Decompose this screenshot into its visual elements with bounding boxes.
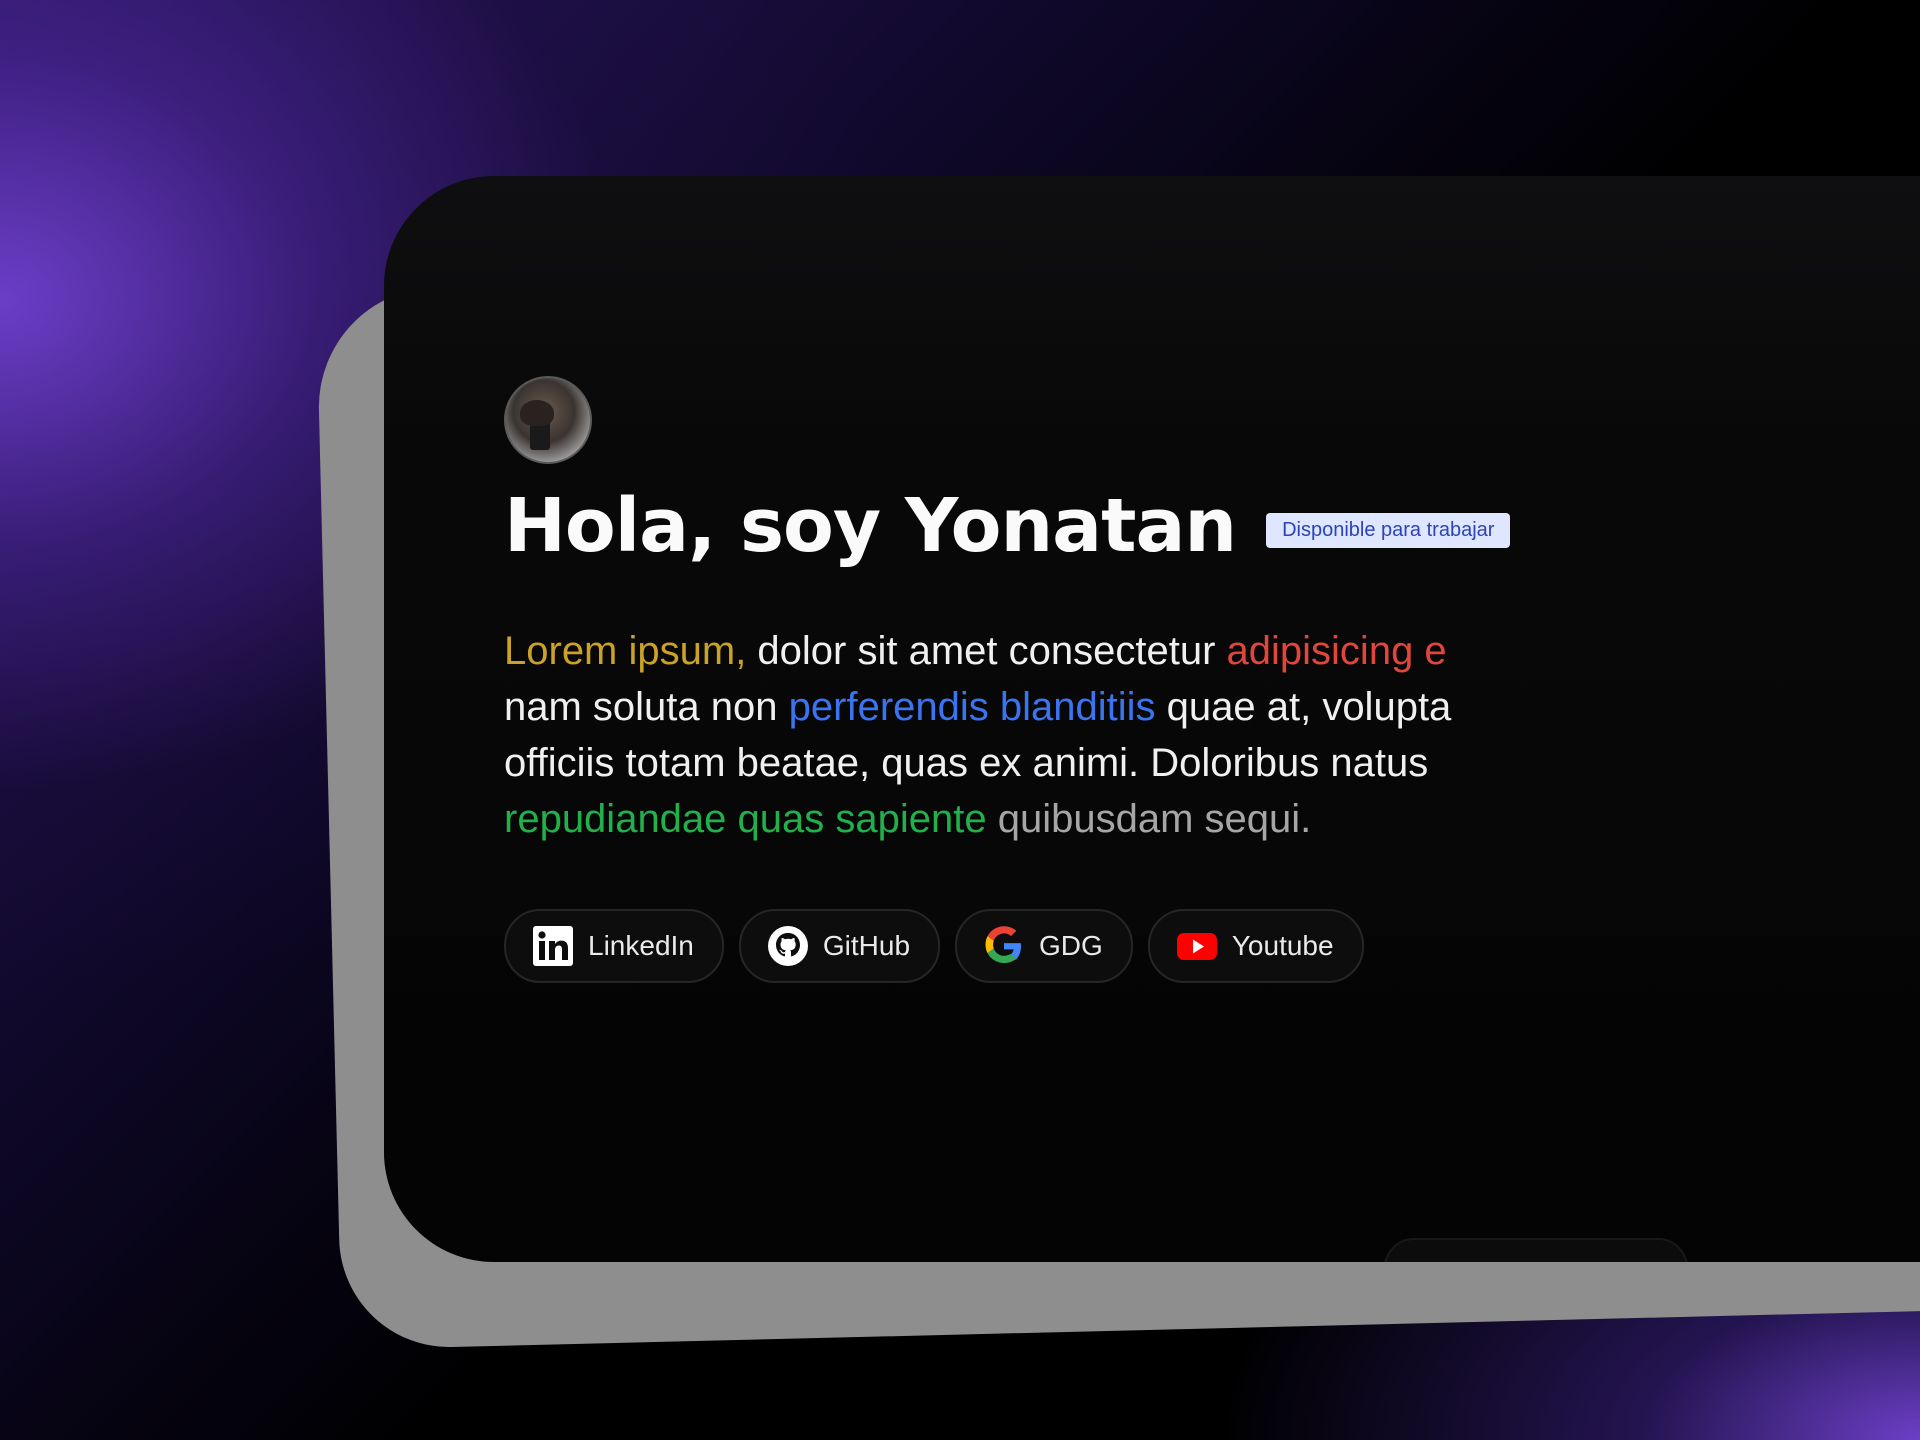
google-icon: [983, 925, 1025, 967]
bio-highlight: repudiandae quas sapiente: [504, 797, 987, 842]
youtube-label: Youtube: [1231, 930, 1334, 962]
bio-line-3: officiis totam beatae, quas ex animi. Do…: [504, 735, 1604, 791]
social-links: LinkedIn GitHub GDG Youtube: [504, 909, 1604, 984]
youtube-icon: [1176, 925, 1218, 967]
floating-nav-bar[interactable]: [1384, 1238, 1688, 1262]
youtube-button[interactable]: Youtube: [1147, 909, 1364, 984]
avatar: [504, 376, 592, 464]
gdg-label: GDG: [1039, 930, 1103, 962]
background-stage: Hola, soy Yonatan Disponible para trabaj…: [0, 0, 1920, 1440]
github-label: GitHub: [822, 930, 911, 962]
bio-highlight: adipisicing e: [1226, 629, 1447, 674]
linkedin-button[interactable]: LinkedIn: [504, 909, 724, 984]
bio-text: quibusdam sequi.: [986, 797, 1312, 842]
linkedin-icon: [532, 925, 574, 967]
bio-line-4: repudiandae quas sapiente quibusdam sequ…: [504, 791, 1604, 847]
status-badge: Disponible para trabajar: [1266, 513, 1511, 549]
gdg-button[interactable]: GDG: [955, 909, 1133, 984]
bio-text: officiis totam beatae, quas ex animi. Do…: [504, 741, 1429, 786]
bio-highlight: Lorem ipsum,: [504, 629, 747, 674]
linkedin-label: LinkedIn: [588, 930, 694, 962]
bio-text: quae at, volupta: [1155, 685, 1452, 730]
hero-section: Hola, soy Yonatan Disponible para trabaj…: [504, 376, 1604, 984]
bio-paragraph: Lorem ipsum, dolor sit amet consectetur …: [504, 623, 1604, 847]
github-button[interactable]: GitHub: [738, 909, 941, 984]
page-title: Hola, soy Yonatan: [504, 483, 1237, 569]
github-icon: [767, 925, 809, 967]
title-row: Hola, soy Yonatan Disponible para trabaj…: [504, 483, 1604, 569]
bio-line-1: Lorem ipsum, dolor sit amet consectetur …: [504, 623, 1604, 679]
bio-line-2: nam soluta non perferendis blanditiis qu…: [504, 679, 1604, 735]
bio-highlight: perferendis blanditiis: [788, 685, 1156, 730]
bio-text: dolor sit amet consectetur: [746, 629, 1227, 674]
bio-text: nam soluta non: [504, 685, 789, 730]
